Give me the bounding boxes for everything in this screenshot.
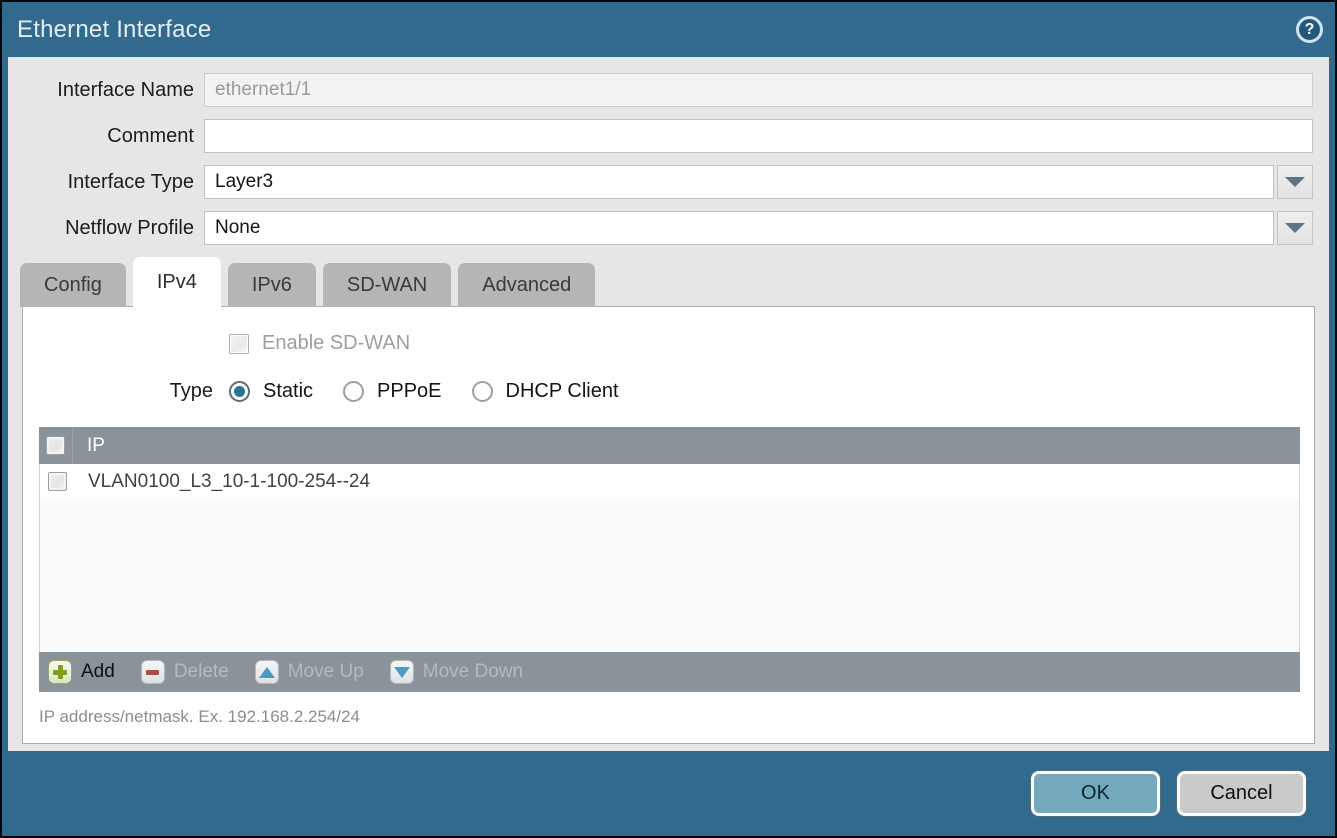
enable-sdwan-row: Enable SD-WAN [229,332,1314,355]
ip-table-body: VLAN0100_L3_10-1-100-254--24 [39,464,1300,652]
interface-name-label: Interface Name [8,79,204,102]
radio-static[interactable]: Static [229,380,313,403]
ipv4-tab-panel: Enable SD-WAN Type Static PPPoE DHCP Cli… [22,306,1315,744]
help-icon[interactable]: ? [1296,16,1323,43]
netflow-profile-dropdown-button[interactable] [1277,211,1313,245]
move-up-button: Move Up [255,660,364,684]
tab-advanced[interactable]: Advanced [458,263,595,307]
radio-pppoe-label: PPPoE [377,380,441,403]
interface-name-row: Interface Name [8,73,1313,107]
ip-format-hint: IP address/netmask. Ex. 192.168.2.254/24 [39,707,1314,727]
interface-type-dropdown-button[interactable] [1277,165,1313,199]
comment-label: Comment [8,125,204,148]
radio-dhcp-label: DHCP Client [506,380,619,403]
ip-row-value: VLAN0100_L3_10-1-100-254--24 [74,471,370,493]
dialog-title: Ethernet Interface [17,16,211,44]
minus-icon [141,660,165,684]
radio-pppoe[interactable]: PPPoE [343,380,441,403]
dialog-footer: OK Cancel [2,751,1335,836]
interface-form: Interface Name Comment Interface Type La… [8,57,1329,245]
ip-table-header: IP [39,427,1300,464]
ip-table-toolbar: Add Delete Move Up [39,652,1300,692]
ok-button[interactable]: OK [1031,771,1160,816]
dialog-titlebar: Ethernet Interface ? [2,2,1335,57]
add-button[interactable]: Add [48,660,115,684]
netflow-profile-select[interactable]: None [204,211,1274,245]
enable-sdwan-label: Enable SD-WAN [262,332,410,355]
netflow-profile-label: Netflow Profile [8,217,204,240]
tab-ipv6[interactable]: IPv6 [228,263,316,307]
ip-address-table: IP VLAN0100_L3_10-1-100-254--24 [39,427,1300,692]
radio-static-circle[interactable] [229,381,250,402]
tab-config[interactable]: Config [20,263,126,307]
interface-type-select[interactable]: Layer3 [204,165,1274,199]
chevron-down-icon [1285,177,1305,187]
ethernet-interface-dialog: Ethernet Interface ? Interface Name Comm… [0,0,1337,838]
arrow-up-icon [255,660,279,684]
table-row[interactable]: VLAN0100_L3_10-1-100-254--24 [40,464,1299,499]
cancel-button[interactable]: Cancel [1177,771,1306,816]
netflow-profile-row: Netflow Profile None [8,211,1313,245]
row-checkbox-column [40,464,74,499]
type-row: Type Static PPPoE DHCP Client [23,380,1314,403]
radio-dhcp-circle[interactable] [472,381,493,402]
enable-sdwan-checkbox [229,334,249,354]
delete-button: Delete [141,660,229,684]
radio-pppoe-circle[interactable] [343,381,364,402]
tab-ipv4[interactable]: IPv4 [133,257,221,307]
comment-field[interactable] [204,119,1313,153]
interface-name-field [204,73,1313,107]
interface-type-row: Interface Type Layer3 [8,165,1313,199]
arrow-down-icon [390,660,414,684]
type-label: Type [23,380,213,403]
comment-row: Comment [8,119,1313,153]
select-all-checkbox[interactable] [46,436,65,455]
chevron-down-icon [1285,223,1305,233]
tab-bar: Config IPv4 IPv6 SD-WAN Advanced [20,257,1317,307]
radio-dhcp-client[interactable]: DHCP Client [472,380,619,403]
ip-column-header: IP [73,435,105,457]
move-down-button: Move Down [390,660,523,684]
interface-type-label: Interface Type [8,171,204,194]
select-all-column [39,427,73,464]
radio-static-label: Static [263,380,313,403]
tab-sdwan[interactable]: SD-WAN [323,263,451,307]
dialog-body: Interface Name Comment Interface Type La… [8,57,1329,751]
row-checkbox[interactable] [48,472,67,491]
plus-icon [48,660,72,684]
